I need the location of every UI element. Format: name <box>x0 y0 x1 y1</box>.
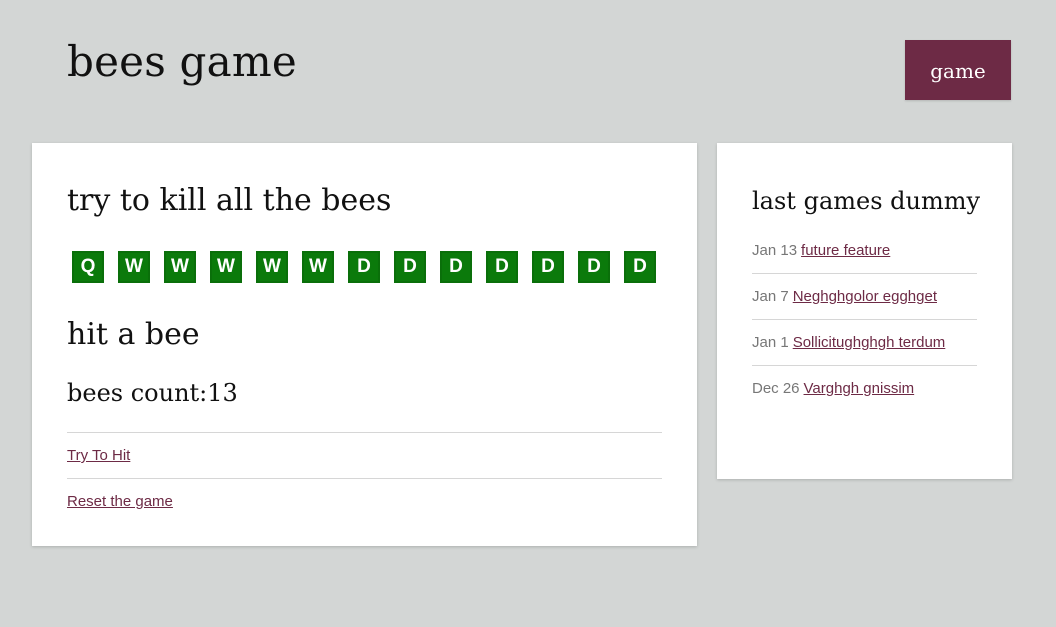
bee-tile: W <box>118 251 150 283</box>
bee-tile: D <box>532 251 564 283</box>
bee-tile: D <box>394 251 426 283</box>
bee-tile: Q <box>72 251 104 283</box>
game-link[interactable]: Varghgh gnissim <box>804 380 915 397</box>
game-nav-button[interactable]: game <box>905 40 1011 100</box>
bee-tiles-row: Q W W W W W D D D D D D D <box>72 251 656 283</box>
list-item: Reset the game <box>67 478 662 524</box>
bee-tile: D <box>348 251 380 283</box>
bee-tile: W <box>302 251 334 283</box>
site-title: bees game <box>67 37 297 86</box>
game-heading: try to kill all the bees <box>67 183 392 218</box>
main-panel: try to kill all the bees Q W W W W W D D… <box>32 143 697 546</box>
hit-heading: hit a bee <box>67 317 200 352</box>
bee-tile: D <box>486 251 518 283</box>
sidebar-panel: last games dummy Jan 13 future feature J… <box>717 143 1012 479</box>
game-date: Dec 26 <box>752 380 800 397</box>
game-date: Jan 1 <box>752 334 789 351</box>
game-link[interactable]: Sollicitughghgh terdum <box>793 334 946 351</box>
bee-tile: W <box>256 251 288 283</box>
list-item: Jan 13 future feature <box>752 228 977 274</box>
game-link[interactable]: future feature <box>801 242 890 259</box>
last-games-list: Jan 13 future feature Jan 7 Neghghgolor … <box>752 228 977 411</box>
bee-tile: D <box>624 251 656 283</box>
bees-count: bees count:13 <box>67 379 238 407</box>
sidebar-title: last games dummy <box>752 187 981 215</box>
bee-tile: D <box>440 251 472 283</box>
bee-tile: D <box>578 251 610 283</box>
action-list: Try To Hit Reset the game <box>67 432 662 524</box>
bee-tile: W <box>210 251 242 283</box>
reset-game-link[interactable]: Reset the game <box>67 493 173 510</box>
bee-tile: W <box>164 251 196 283</box>
list-item: Jan 7 Neghghgolor egghget <box>752 274 977 320</box>
game-date: Jan 13 <box>752 242 798 259</box>
game-date: Jan 7 <box>752 288 789 305</box>
list-item: Dec 26 Varghgh gnissim <box>752 366 977 411</box>
game-link[interactable]: Neghghgolor egghget <box>793 288 937 305</box>
try-to-hit-link[interactable]: Try To Hit <box>67 447 130 464</box>
list-item: Try To Hit <box>67 432 662 478</box>
list-item: Jan 1 Sollicitughghgh terdum <box>752 320 977 366</box>
